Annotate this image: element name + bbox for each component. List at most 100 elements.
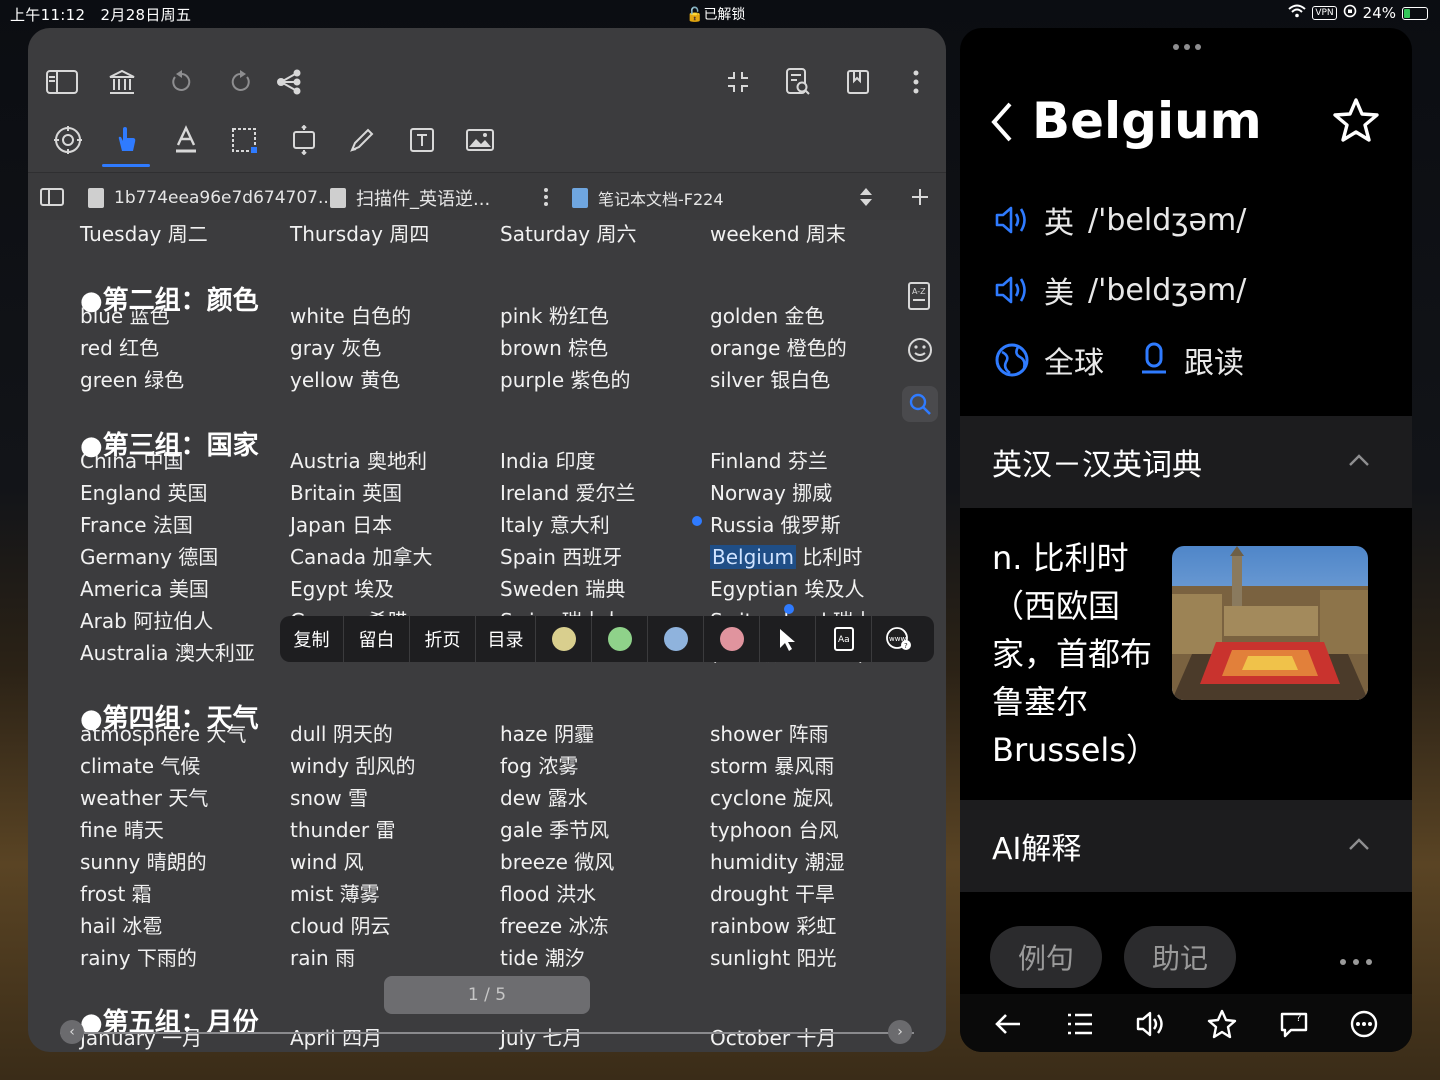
page-scrubber[interactable]: [60, 1032, 914, 1034]
word-entry[interactable]: humidity 潮湿: [710, 846, 845, 875]
word-entry[interactable]: October 十月: [710, 1022, 836, 1051]
word-entry[interactable]: Italy 意大利: [500, 509, 610, 538]
emoji-icon[interactable]: [902, 332, 938, 368]
tab-sort-icon[interactable]: [846, 177, 886, 217]
dictionary-button[interactable]: Aa: [816, 616, 872, 662]
back-arrow-icon[interactable]: [992, 1008, 1024, 1040]
word-entry[interactable]: weekend 周末: [710, 218, 846, 247]
selected-word[interactable]: Belgium: [710, 545, 796, 569]
highlight-blue-button[interactable]: [648, 616, 704, 662]
rectangle-select-icon[interactable]: [224, 120, 264, 160]
window-grabber-icon[interactable]: [1172, 36, 1202, 55]
word-entry[interactable]: America 美国: [80, 573, 209, 602]
star-icon[interactable]: [1206, 1008, 1238, 1040]
word-entry[interactable]: tide 潮汐: [500, 942, 585, 971]
favorite-star-icon[interactable]: [1332, 96, 1380, 148]
bookmark-book-icon[interactable]: [838, 62, 878, 102]
word-entry[interactable]: Spain 西班牙: [500, 541, 622, 570]
copy-button[interactable]: 复制: [280, 616, 344, 662]
word-entry[interactable]: Canada 加拿大: [290, 541, 432, 570]
word-entry[interactable]: brown 棕色: [500, 332, 608, 361]
word-entry[interactable]: haze 阴霾: [500, 718, 594, 747]
word-entry[interactable]: dull 阴天的: [290, 718, 393, 747]
next-page-button[interactable]: ›: [888, 1020, 912, 1044]
word-entry[interactable]: windy 刮风的: [290, 750, 415, 779]
word-entry[interactable]: sunlight 阳光: [710, 942, 836, 971]
word-entry[interactable]: gray 灰色: [290, 332, 381, 361]
word-entry[interactable]: dew 露水: [500, 782, 588, 811]
undo-icon[interactable]: [162, 62, 202, 102]
word-entry[interactable]: weather 天气: [80, 782, 208, 811]
search-document-icon[interactable]: [778, 62, 818, 102]
word-entry[interactable]: pink 粉红色: [500, 300, 609, 329]
word-entry[interactable]: typhoon 台风: [710, 814, 839, 843]
word-entry[interactable]: fine 晴天: [80, 814, 164, 843]
word-entry[interactable]: Ireland 爱尔兰: [500, 477, 636, 506]
follow-read-button[interactable]: 跟读: [1138, 338, 1244, 382]
global-pronunciation-button[interactable]: 全球: [994, 338, 1104, 382]
word-entry[interactable]: fog 浓雾: [500, 750, 578, 779]
word-entry[interactable]: Finland 芬兰: [710, 445, 828, 474]
share-graph-icon[interactable]: [270, 62, 310, 102]
word-entry[interactable]: yellow 黄色: [290, 364, 400, 393]
word-entry[interactable]: frost 霜: [80, 878, 152, 907]
hand-pointer-icon[interactable]: [106, 120, 146, 160]
word-entry[interactable]: Australia 澳大利亚: [80, 637, 255, 666]
word-entry[interactable]: Sweden 瑞典: [500, 573, 625, 602]
redo-icon[interactable]: [220, 62, 260, 102]
library-icon[interactable]: [102, 62, 142, 102]
feedback-bubble-icon[interactable]: ?: [1278, 1008, 1310, 1040]
word-entry[interactable]: silver 银白色: [710, 364, 830, 393]
leave-blank-button[interactable]: 留白: [344, 616, 410, 662]
search-icon[interactable]: [902, 386, 938, 422]
word-entry[interactable]: Tuesday 周二: [80, 218, 208, 247]
tab-document-1[interactable]: 1b774eea96e7d674707...: [88, 183, 334, 213]
list-icon[interactable]: [1064, 1008, 1096, 1040]
text-highlight-icon[interactable]: [166, 120, 206, 160]
pencil-icon[interactable]: [342, 120, 382, 160]
word-entry[interactable]: Saturday 周六: [500, 218, 636, 247]
sidebar-toggle-icon[interactable]: [42, 62, 82, 102]
split-view-icon[interactable]: [32, 177, 72, 217]
word-entry[interactable]: England 英国: [80, 477, 208, 506]
add-tab-icon[interactable]: [900, 177, 940, 217]
collapse-icon[interactable]: [718, 62, 758, 102]
word-entry[interactable]: freeze 冰冻: [500, 910, 609, 939]
word-entry[interactable]: thunder 雷: [290, 814, 395, 843]
highlight-green-button[interactable]: [592, 616, 648, 662]
word-entry[interactable]: Arab 阿拉伯人: [80, 605, 213, 634]
prev-page-button[interactable]: ‹: [60, 1020, 84, 1044]
word-entry[interactable]: Belgium 比利时: [710, 541, 862, 570]
highlight-yellow-button[interactable]: [536, 616, 592, 662]
word-entry[interactable]: July 七月: [500, 1022, 582, 1051]
speaker-icon[interactable]: [1134, 1008, 1166, 1040]
word-entry[interactable]: storm 暴风雨: [710, 750, 834, 779]
image-icon[interactable]: [460, 120, 500, 160]
more-circle-icon[interactable]: [1348, 1008, 1380, 1040]
word-entry[interactable]: Japan 日本: [290, 509, 392, 538]
word-entry[interactable]: green 绿色: [80, 364, 184, 393]
word-entry[interactable]: climate 气候: [80, 750, 200, 779]
toc-button[interactable]: 目录: [476, 616, 536, 662]
highlight-pink-button[interactable]: [704, 616, 760, 662]
dictionary-section-header[interactable]: 英汉－汉英词典: [960, 416, 1412, 508]
word-entry[interactable]: red 红色: [80, 332, 159, 361]
word-entry[interactable]: Egypt 埃及: [290, 573, 394, 602]
word-entry[interactable]: cloud 阴云: [290, 910, 391, 939]
tab-document-2[interactable]: 扫描件_英语逆...: [330, 183, 490, 213]
word-entry[interactable]: rainy 下雨的: [80, 942, 197, 971]
ai-explanation-header[interactable]: AI解释: [960, 800, 1412, 892]
word-entry[interactable]: gale 季节风: [500, 814, 609, 843]
word-entry[interactable]: drought 干旱: [710, 878, 835, 907]
settings-gear-icon[interactable]: [48, 120, 88, 160]
fold-page-button[interactable]: 折页: [410, 616, 476, 662]
selection-start-handle[interactable]: [692, 516, 702, 526]
word-entry[interactable]: Norway 挪威: [710, 477, 832, 506]
pronunciation-uk[interactable]: 英 /'beldʒəm/: [994, 198, 1246, 242]
word-entry[interactable]: hail 冰雹: [80, 910, 162, 939]
word-entry[interactable]: Austria 奥地利: [290, 445, 427, 474]
page-indicator[interactable]: 1 / 5: [384, 976, 590, 1014]
word-entry[interactable]: April 四月: [290, 1022, 382, 1051]
tab-document-3[interactable]: 笔记本文档-F224: [572, 183, 724, 213]
word-entry[interactable]: flood 洪水: [500, 878, 596, 907]
